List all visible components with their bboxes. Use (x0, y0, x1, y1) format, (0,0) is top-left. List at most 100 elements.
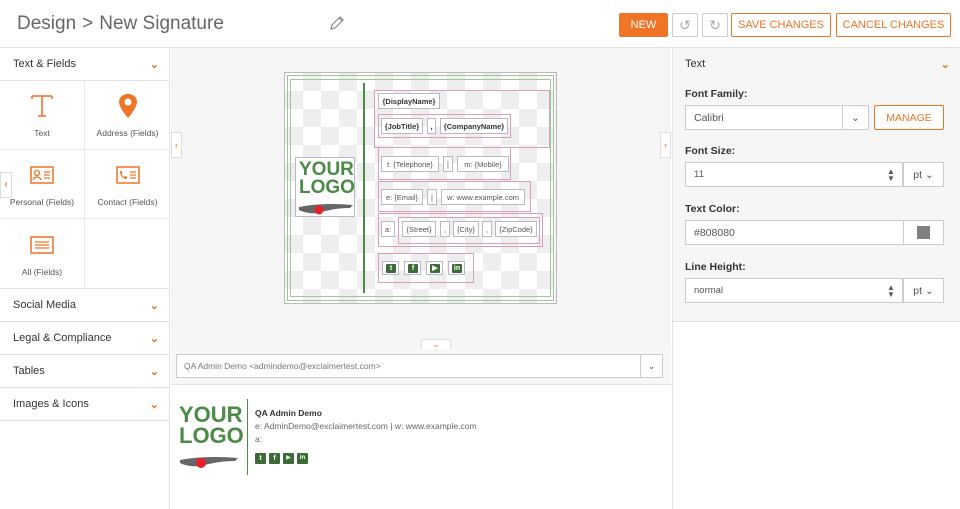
font-size-input[interactable]: 11 (685, 162, 903, 187)
font-family-select[interactable]: Calibri (685, 105, 843, 130)
chevron-down-icon: ⌄ (149, 58, 159, 71)
collapse-left-panel-tab[interactable]: ‹ (0, 172, 12, 198)
font-family-label: Font Family: (685, 88, 748, 100)
preview-name: QA Admin Demo (255, 408, 322, 418)
chevron-right-icon[interactable]: › (660, 132, 671, 158)
properties-panel: Text ⌄ Font Family: Calibri ⌄ MANAGE Fon… (672, 48, 960, 509)
color-swatch-button[interactable] (903, 220, 944, 245)
design-canvas: ‹ › YOUR LOGO {DisplayName} {JobTitle} ,… (171, 48, 671, 349)
field-email[interactable]: e: {Email} (381, 189, 423, 205)
pencil-icon[interactable] (328, 14, 346, 32)
logo-text: LOGO (299, 177, 355, 199)
field-mobile[interactable]: m: {Mobile} (457, 156, 509, 172)
chevron-down-icon: ⌄ (149, 398, 159, 411)
logo-image[interactable]: YOUR LOGO (295, 157, 355, 217)
field-comma[interactable]: , (427, 118, 436, 134)
youtube-icon[interactable]: ▶ (283, 453, 294, 464)
signature-canvas[interactable]: YOUR LOGO {DisplayName} {JobTitle} , {Co… (284, 72, 557, 304)
chevron-down-icon[interactable]: ⌄ (941, 58, 950, 71)
preview-address: a: (255, 434, 263, 444)
breadcrumb-separator: > (82, 13, 94, 34)
font-size-unit-select[interactable]: pt ⌄ (903, 162, 944, 187)
save-changes-button[interactable]: SAVE CHANGES (731, 13, 831, 37)
field-pipe[interactable]: | (427, 189, 437, 205)
field-telephone[interactable]: t: {Telephone} (381, 156, 439, 172)
section-label: Legal & Compliance (13, 332, 112, 344)
logo-brush-icon (299, 203, 353, 215)
breadcrumb-root[interactable]: Design (17, 13, 76, 34)
tile-text[interactable]: Text (0, 81, 85, 150)
youtube-icon[interactable]: ▶ (426, 261, 443, 275)
section-legal-compliance[interactable]: Legal & Compliance ⌄ (0, 322, 169, 355)
text-fields-grid: Text Address (Fields) Personal (Fields) … (0, 81, 170, 289)
list-card-icon (30, 231, 54, 259)
text-properties: Text ⌄ Font Family: Calibri ⌄ MANAGE Fon… (673, 48, 960, 322)
new-button[interactable]: NEW (619, 13, 668, 37)
section-social-media[interactable]: Social Media ⌄ (0, 289, 169, 322)
linkedin-icon[interactable]: in (448, 261, 465, 275)
map-pin-icon (118, 92, 138, 120)
text-color-label: Text Color: (685, 203, 740, 215)
tile-contact-fields[interactable]: Contact (Fields) (85, 150, 170, 219)
tile-label: Text (34, 128, 50, 138)
undo-icon[interactable]: ↺ (672, 13, 698, 37)
properties-title: Text (685, 58, 706, 70)
field-city[interactable]: {City} (453, 221, 479, 237)
section-images-icons[interactable]: Images & Icons ⌄ (0, 388, 169, 421)
chevron-down-icon[interactable]: ⌄ (421, 339, 451, 349)
preview-contact-line: e: AdminDemo@exclaimertest.com | w: www.… (255, 421, 477, 431)
line-height-input[interactable]: normal (685, 278, 903, 303)
linkedin-icon[interactable]: in (297, 453, 308, 464)
tile-address-fields[interactable]: Address (Fields) (85, 81, 170, 150)
field-street[interactable]: {Street} (402, 221, 436, 237)
chevron-down-icon: ⌄ (924, 168, 934, 181)
section-text-fields[interactable]: Text & Fields ⌄ (0, 48, 169, 81)
color-swatch (917, 226, 930, 239)
tile-label: Personal (Fields) (9, 197, 75, 207)
chevron-left-icon[interactable]: ‹ (171, 132, 182, 158)
stepper-arrows-icon[interactable]: ▲ ▼ (884, 162, 898, 187)
field-job-title[interactable]: {JobTitle} (381, 118, 423, 134)
editor-area: ‹ › YOUR LOGO {DisplayName} {JobTitle} ,… (171, 48, 671, 509)
preview-divider (247, 399, 248, 475)
preview-pipe: | (390, 421, 393, 431)
field-display-name[interactable]: {DisplayName} (378, 93, 440, 109)
facebook-icon[interactable]: f (269, 453, 280, 464)
facebook-icon[interactable]: f (404, 261, 421, 275)
cancel-changes-button[interactable]: CANCEL CHANGES (836, 13, 951, 37)
text-color-input[interactable]: #808080 (685, 220, 904, 245)
section-tables[interactable]: Tables ⌄ (0, 355, 169, 388)
line-height-unit-select[interactable]: pt ⌄ (903, 278, 944, 303)
text-t-icon (30, 92, 54, 120)
field-website[interactable]: w: www.example.com (441, 189, 525, 205)
field-zip-code[interactable]: {ZipCode} (495, 221, 537, 237)
twitter-icon[interactable]: t (255, 453, 266, 464)
field-comma[interactable]: , (482, 221, 492, 237)
unit-value: pt (913, 168, 923, 181)
twitter-icon[interactable]: t (382, 261, 399, 275)
contact-card-icon (115, 161, 140, 189)
chevron-down-icon: ⌄ (640, 355, 662, 377)
tile-all-fields[interactable]: All (Fields) (0, 219, 85, 288)
signature-preview: YOUR LOGO QA Admin Demo e: AdminDemo@exc… (171, 384, 671, 509)
manage-fonts-button[interactable]: MANAGE (874, 105, 944, 130)
line-height-label: Line Height: (685, 261, 746, 273)
redo-icon[interactable]: ↻ (702, 13, 728, 37)
field-comma[interactable]: , (440, 221, 450, 237)
tile-personal-fields[interactable]: Personal (Fields) (0, 150, 85, 219)
preview-logo: YOUR LOGO (179, 404, 244, 448)
field-company-name[interactable]: {CompanyName} (440, 118, 508, 134)
page-title: New Signature (99, 13, 224, 34)
stepper-arrows-icon[interactable]: ▲ ▼ (884, 278, 898, 303)
logo-text: LOGO (179, 422, 244, 448)
preview-web[interactable]: w: www.example.com (395, 421, 477, 431)
vertical-divider (363, 83, 365, 293)
preview-user-select[interactable]: QA Admin Demo <admindemo@exclaimertest.c… (176, 354, 663, 378)
section-label: Social Media (13, 299, 76, 311)
field-pipe[interactable]: | (443, 156, 453, 172)
field-address-prefix[interactable]: a: (381, 221, 395, 237)
preview-email[interactable]: e: AdminDemo@exclaimertest.com (255, 421, 388, 431)
section-label: Text & Fields (13, 58, 76, 70)
tile-label: Address (Fields) (96, 128, 159, 138)
chevron-down-icon[interactable]: ⌄ (842, 105, 869, 130)
